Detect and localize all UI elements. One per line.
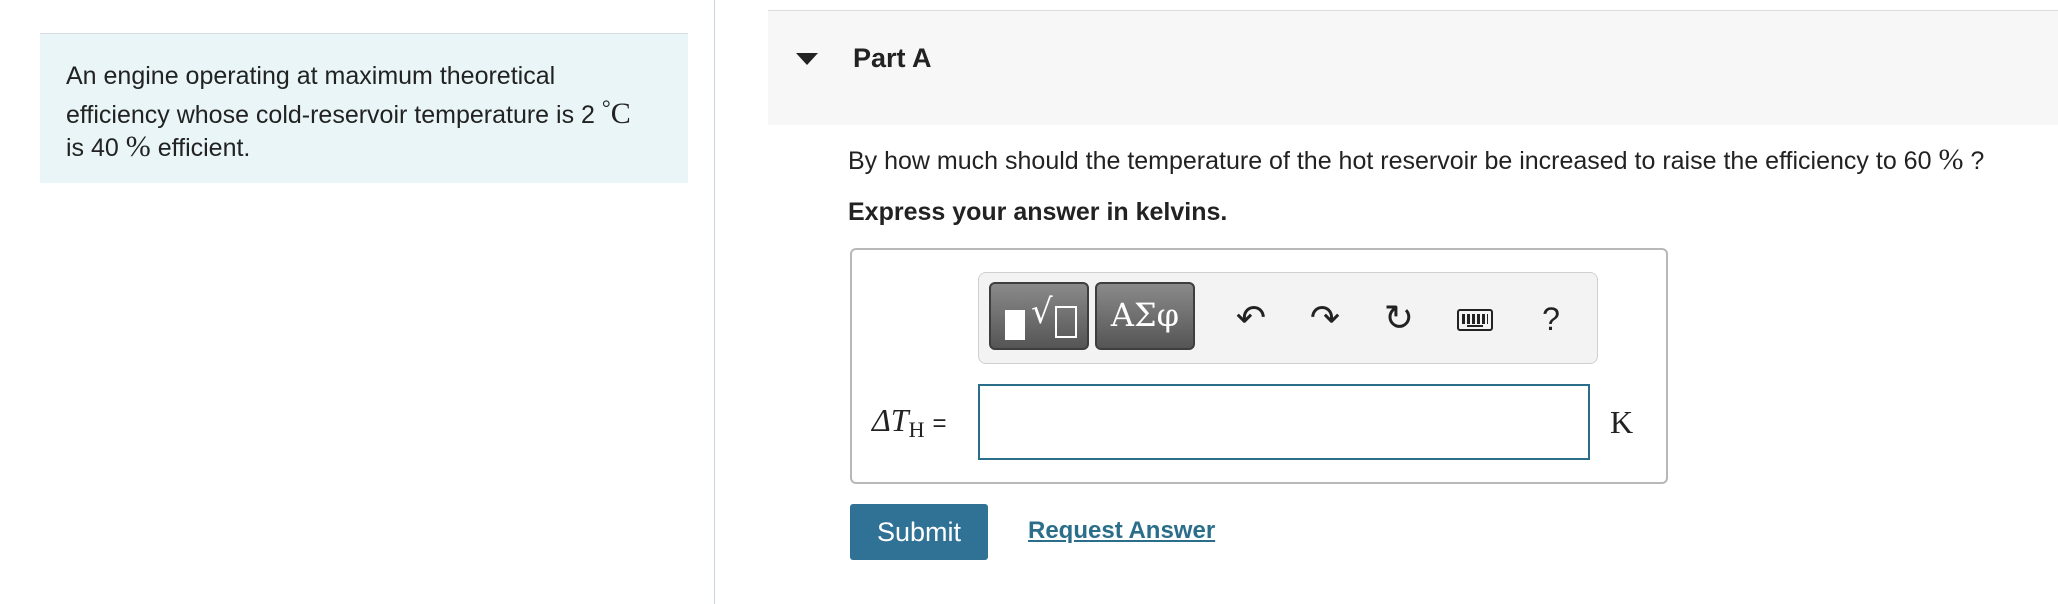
problem-line-3-prefix: is 40 bbox=[66, 134, 119, 162]
part-title: Part A bbox=[853, 43, 932, 73]
help-icon[interactable]: ? bbox=[1529, 297, 1573, 341]
submit-button[interactable]: Submit bbox=[850, 504, 988, 560]
problem-line-3: is 40 % efficient. bbox=[66, 131, 662, 164]
answer-box: √ ΑΣφ ↶ ↷ ↻ ? ΔTH = K bbox=[850, 248, 1668, 484]
undo-icon[interactable]: ↶ bbox=[1229, 297, 1273, 341]
math-toolbar: √ ΑΣφ ↶ ↷ ↻ ? bbox=[978, 272, 1598, 364]
keyboard-icon[interactable] bbox=[1457, 309, 1493, 331]
delta-t-symbol: ΔT bbox=[872, 402, 909, 438]
part-header[interactable]: Part A bbox=[768, 10, 2058, 125]
problem-statement: An engine operating at maximum theoretic… bbox=[40, 33, 688, 183]
celsius-unit: C bbox=[610, 97, 631, 130]
part-pane: Part A By how much should the temperatur… bbox=[768, 0, 2058, 604]
problem-line-1: An engine operating at maximum theoretic… bbox=[66, 62, 556, 90]
question-text: By how much should the temperature of th… bbox=[848, 143, 1984, 177]
question-mark: ? bbox=[1970, 147, 1985, 175]
answer-instruction: Express your answer in kelvins. bbox=[848, 198, 1228, 226]
problem-line-3-suffix: efficient. bbox=[157, 134, 251, 162]
equals-sign: = bbox=[932, 410, 947, 437]
templates-button[interactable]: √ bbox=[989, 282, 1089, 350]
templates-icon bbox=[1005, 310, 1025, 340]
unit-label: K bbox=[1610, 404, 1634, 440]
answer-input[interactable] bbox=[978, 384, 1590, 460]
question-body: By how much should the temperature of th… bbox=[848, 147, 1932, 175]
degree-symbol: ° bbox=[601, 95, 611, 120]
collapse-caret-icon[interactable] bbox=[796, 53, 818, 65]
answer-label: ΔTH = bbox=[872, 402, 946, 443]
problem-line-2: efficiency whose cold-reservoir temperat… bbox=[66, 92, 662, 131]
percent-symbol: % bbox=[125, 130, 151, 163]
problem-pane: An engine operating at maximum theoretic… bbox=[0, 0, 715, 604]
hot-subscript: H bbox=[908, 417, 925, 442]
sqrt-icon: √ bbox=[1031, 292, 1053, 332]
reset-icon[interactable]: ↻ bbox=[1377, 297, 1421, 341]
question-percent-symbol: % bbox=[1938, 143, 1964, 176]
greek-symbols-button[interactable]: ΑΣφ bbox=[1095, 282, 1195, 350]
redo-icon[interactable]: ↷ bbox=[1303, 297, 1347, 341]
placeholder-box-icon bbox=[1055, 306, 1077, 338]
problem-line-2-text: efficiency whose cold-reservoir temperat… bbox=[66, 101, 595, 129]
request-answer-link[interactable]: Request Answer bbox=[1028, 517, 1215, 545]
